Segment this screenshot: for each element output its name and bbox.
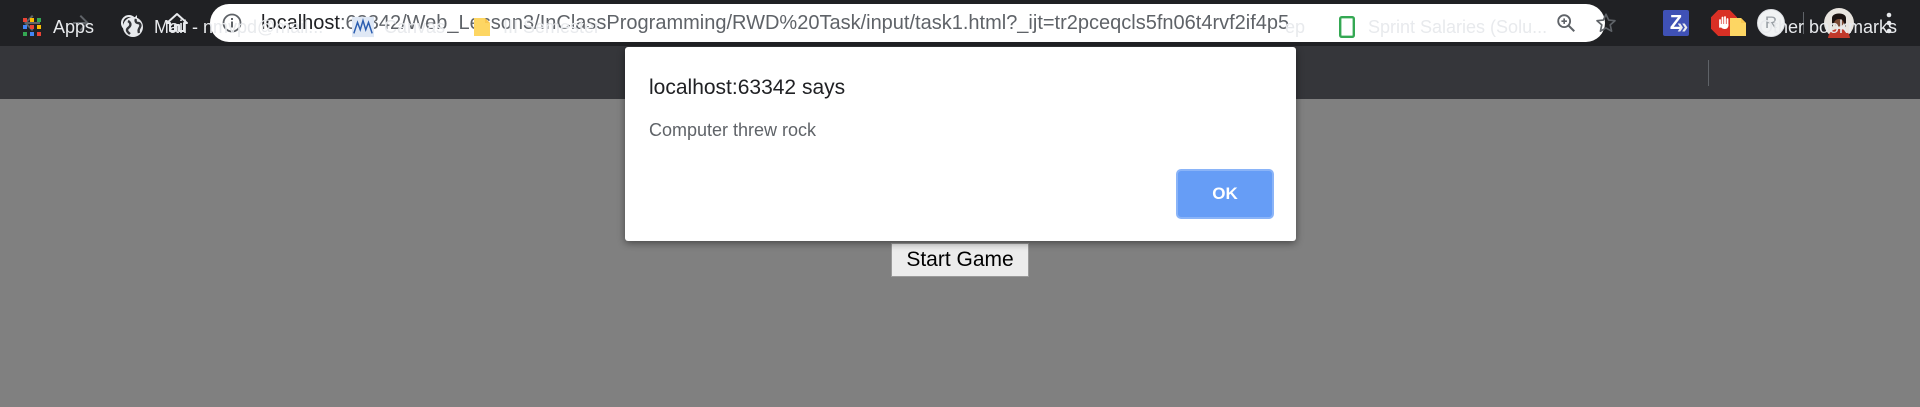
folder-icon: [471, 16, 493, 38]
dialog-title: localhost:63342 says: [649, 76, 846, 99]
canvas-logo-icon: [352, 16, 374, 38]
bookmark-iii-semester[interactable]: III Semester: [471, 14, 600, 40]
globe-icon: [122, 16, 144, 38]
bookmarks-overflow-button[interactable]: »: [1677, 14, 1688, 40]
bookmark-label: Sprint Salaries (Solu...: [1368, 16, 1548, 37]
ok-button[interactable]: OK: [1176, 169, 1274, 219]
bookmark-label: ep: [1285, 16, 1306, 37]
folder-icon: [1727, 16, 1749, 38]
chevron-double-right-icon: »: [1677, 15, 1689, 38]
zoom-icon[interactable]: [1555, 12, 1577, 34]
bookmark-sprint-salaries[interactable]: Sprint Salaries (Solu...: [1336, 14, 1547, 40]
bookmark-mail[interactable]: Mail - nmvpd@mail...: [122, 14, 323, 40]
bookmark-other-bookmarks[interactable]: Other bookmarks: [1727, 14, 1897, 40]
bookmark-label: Canvas: [384, 16, 446, 37]
alert-dialog: localhost:63342 says Computer threw rock…: [625, 47, 1296, 241]
bookmark-label: Mail - nmvpd@mail...: [154, 16, 324, 37]
sheets-icon: [1336, 16, 1358, 38]
start-game-button[interactable]: Start Game: [891, 243, 1029, 277]
bookmarks-divider: [1708, 60, 1709, 86]
bookmark-star-icon[interactable]: [1595, 12, 1617, 34]
bookmark-label: III Semester: [503, 16, 601, 37]
bookmark-partial[interactable]: ep: [1285, 14, 1305, 40]
bookmark-label: Other bookmarks: [1759, 16, 1898, 37]
apps-grid-icon: [21, 16, 43, 38]
bookmark-apps[interactable]: Apps: [21, 14, 94, 40]
bookmark-label: Apps: [53, 16, 95, 37]
dialog-message: Computer threw rock: [649, 120, 817, 140]
bookmark-canvas[interactable]: Canvas: [352, 14, 445, 40]
